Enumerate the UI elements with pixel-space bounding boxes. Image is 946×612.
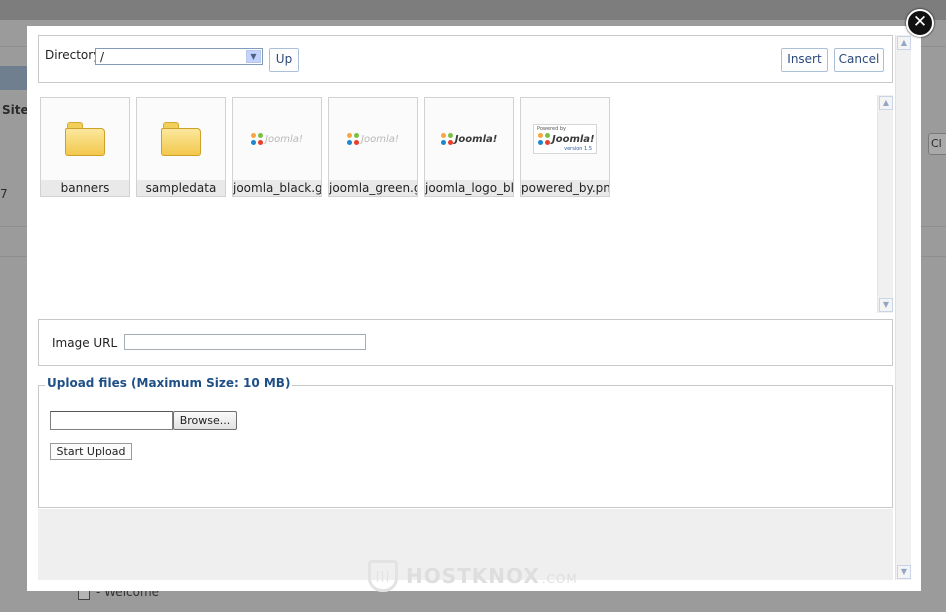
- upload-fieldset: Upload files (Maximum Size: 10 MB) Brows…: [38, 376, 893, 508]
- file-name: joomla_green.gif: [329, 180, 417, 196]
- upload-legend: Upload files (Maximum Size: 10 MB): [45, 376, 293, 390]
- insert-button[interactable]: Insert: [781, 48, 828, 72]
- directory-select-value: /: [100, 50, 105, 64]
- directory-select[interactable]: / ▼: [95, 48, 263, 65]
- file-item-powered-by[interactable]: Powered by Joomla! version 1.5 powered_b…: [520, 97, 610, 197]
- scroll-down-icon[interactable]: ▼: [897, 565, 911, 579]
- start-upload-button[interactable]: Start Upload: [50, 443, 132, 460]
- joomla-flower-icon: [347, 133, 360, 145]
- file-thumbnail: Joomla!: [233, 98, 321, 180]
- modal-scrollbar[interactable]: ▲ ▼: [895, 35, 911, 580]
- file-thumbnail: Joomla!: [425, 98, 513, 180]
- modal-content: Directory / ▼ Up Insert Cancel banners s…: [38, 35, 893, 580]
- file-item-joomla-green[interactable]: Joomla! joomla_green.gif: [328, 97, 418, 197]
- file-thumbnail: [41, 98, 129, 180]
- watermark: ||| HOSTKNOX .COM: [368, 560, 578, 592]
- joomla-flower-icon: [440, 133, 453, 145]
- image-url-label: Image URL: [52, 336, 118, 350]
- scroll-down-icon[interactable]: ▼: [879, 298, 893, 312]
- shield-icon: |||: [368, 560, 398, 592]
- scroll-up-icon[interactable]: ▲: [879, 96, 893, 110]
- file-item-joomla-black[interactable]: Joomla! joomla_black.gif: [232, 97, 322, 197]
- directory-label: Directory: [45, 48, 101, 62]
- folder-icon: [161, 122, 201, 156]
- joomla-flower-icon: [251, 133, 264, 145]
- file-name: banners: [41, 180, 129, 196]
- cancel-button[interactable]: Cancel: [834, 48, 884, 72]
- upload-file-input[interactable]: [50, 411, 173, 430]
- joomla-logo-thumbnail: Joomla!: [347, 133, 399, 145]
- powered-by-thumbnail: Powered by Joomla! version 1.5: [533, 124, 597, 154]
- directory-toolbar: Directory / ▼ Up Insert Cancel: [38, 35, 893, 83]
- background-site-label: Site: [2, 103, 29, 117]
- folder-icon: [65, 122, 105, 156]
- watermark-suffix: .COM: [541, 572, 578, 586]
- file-thumbnail: Powered by Joomla! version 1.5: [521, 98, 609, 180]
- file-browser: banners sampledata Joomla! joomla_black.…: [38, 95, 893, 313]
- background-button: Cl: [928, 133, 946, 155]
- close-icon[interactable]: ✕: [906, 9, 934, 37]
- watermark-text: HOSTKNOX: [406, 564, 540, 588]
- chevron-down-icon[interactable]: ▼: [246, 50, 261, 63]
- file-item-joomla-logo[interactable]: Joomla! joomla_logo_bla: [424, 97, 514, 197]
- scroll-up-icon[interactable]: ▲: [897, 36, 911, 50]
- file-name: joomla_logo_bla: [425, 180, 513, 196]
- joomla-flower-icon: [538, 133, 550, 145]
- joomla-logo-thumbnail: Joomla!: [251, 133, 303, 145]
- file-item-banners[interactable]: banners: [40, 97, 130, 197]
- file-item-sampledata[interactable]: sampledata: [136, 97, 226, 197]
- image-url-section: Image URL: [38, 319, 893, 366]
- file-thumbnail: Joomla!: [329, 98, 417, 180]
- file-name: powered_by.png: [521, 180, 609, 196]
- background-tab: [0, 66, 30, 90]
- browse-button[interactable]: Browse...: [173, 411, 237, 430]
- image-insert-modal: Directory / ▼ Up Insert Cancel banners s…: [27, 26, 921, 591]
- image-url-input[interactable]: [124, 334, 366, 350]
- file-thumbnail: [137, 98, 225, 180]
- joomla-logo-thumbnail: Joomla!: [440, 133, 497, 145]
- file-name: joomla_black.gif: [233, 180, 321, 196]
- up-button[interactable]: Up: [269, 48, 299, 72]
- file-name: sampledata: [137, 180, 225, 196]
- background-header: [0, 0, 946, 20]
- background-number: 7: [0, 187, 8, 201]
- file-browser-scrollbar[interactable]: ▲ ▼: [877, 95, 893, 313]
